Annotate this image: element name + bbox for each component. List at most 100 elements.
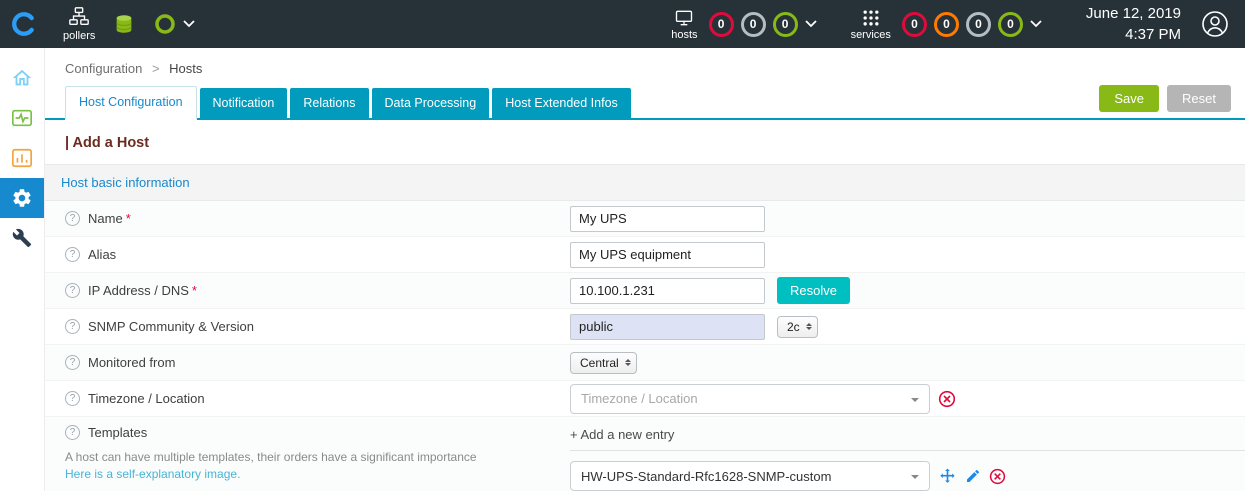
sidebar-item-monitoring[interactable] — [0, 98, 44, 138]
poller-status-icon — [153, 12, 177, 36]
page-title: | Add a Host — [45, 120, 1245, 164]
snmp-community-input[interactable] — [570, 314, 765, 340]
help-icon[interactable]: ? — [65, 319, 80, 334]
clear-x-icon — [938, 390, 956, 408]
pollers-icon — [68, 6, 90, 28]
dropdown-caret-icon — [911, 475, 919, 483]
hosts-status-group: hosts 0 0 0 — [671, 8, 816, 41]
divider — [570, 450, 1245, 451]
templates-helper-text: A host can have multiple templates, thei… — [65, 450, 570, 464]
select-arrows-icon — [806, 320, 812, 333]
form-row-ip: ? IP Address / DNS* Resolve — [45, 273, 1245, 309]
tab-notification[interactable]: Notification — [200, 88, 288, 118]
form-row-name: ? Name* — [45, 201, 1245, 237]
form: ? Name* ? Alias — [45, 201, 1245, 491]
datetime: June 12, 2019 4:37 PM — [1086, 3, 1181, 45]
tab-host-configuration[interactable]: Host Configuration — [65, 86, 197, 120]
breadcrumb: Configuration > Hosts — [45, 48, 1245, 83]
help-icon[interactable]: ? — [65, 283, 80, 298]
alias-input[interactable] — [570, 242, 765, 268]
name-input[interactable] — [570, 206, 765, 232]
centreon-c-icon — [10, 11, 36, 37]
tab-relations[interactable]: Relations — [290, 88, 368, 118]
add-template-entry-link[interactable]: + Add a new entry — [570, 425, 1245, 450]
services-icon — [860, 8, 882, 28]
breadcrumb-hosts[interactable]: Hosts — [169, 61, 202, 76]
pulse-monitor-icon — [11, 107, 33, 129]
services-ok-counter[interactable]: 0 — [998, 12, 1023, 37]
field-label: Name* — [88, 211, 131, 226]
monitored-from-select[interactable]: Central — [570, 352, 637, 374]
services-unknown-counter[interactable]: 0 — [966, 12, 991, 37]
reset-button[interactable]: Reset — [1167, 85, 1231, 112]
template-delete-button[interactable] — [989, 468, 1006, 485]
breadcrumb-configuration[interactable]: Configuration — [65, 61, 142, 76]
chevron-down-icon[interactable] — [805, 20, 817, 28]
snmp-version-select[interactable]: 2c — [777, 316, 818, 338]
template-edit-button[interactable] — [965, 468, 981, 484]
user-icon — [1201, 10, 1229, 38]
template-select[interactable]: HW-UPS-Standard-Rfc1628-SNMP-custom — [570, 461, 930, 491]
poller-status-menu[interactable] — [153, 12, 195, 36]
pencil-icon — [965, 468, 981, 484]
database-icon — [113, 12, 135, 36]
centreon-logo[interactable] — [0, 0, 45, 48]
tab-bar: Host Configuration Notification Relation… — [45, 83, 1245, 120]
select-arrows-icon — [625, 356, 631, 369]
field-label: SNMP Community & Version — [88, 319, 254, 334]
hosts-unreachable-counter[interactable]: 0 — [741, 12, 766, 37]
help-icon[interactable]: ? — [65, 355, 80, 370]
services-critical-counter[interactable]: 0 — [902, 12, 927, 37]
help-icon[interactable]: ? — [65, 211, 80, 226]
main-content: Configuration > Hosts Host Configuration… — [45, 48, 1245, 491]
hosts-icon — [673, 8, 695, 28]
help-icon[interactable]: ? — [65, 391, 80, 406]
tab-data-processing[interactable]: Data Processing — [372, 88, 490, 118]
templates-helper-link[interactable]: Here is a self-explanatory image. — [65, 467, 240, 481]
current-date: June 12, 2019 — [1086, 3, 1181, 24]
database-status[interactable] — [113, 12, 135, 36]
delete-x-icon — [989, 468, 1006, 485]
field-label: Timezone / Location — [88, 391, 205, 406]
services-warning-counter[interactable]: 0 — [934, 12, 959, 37]
sidebar-item-administration[interactable] — [0, 218, 44, 258]
breadcrumb-separator: > — [152, 61, 160, 76]
hosts-menu[interactable]: hosts — [671, 8, 697, 41]
dropdown-caret-icon — [911, 398, 919, 406]
tab-host-extended-infos[interactable]: Host Extended Infos — [492, 88, 631, 118]
ip-input[interactable] — [570, 278, 765, 304]
timezone-select[interactable]: Timezone / Location — [570, 384, 930, 414]
save-button[interactable]: Save — [1099, 85, 1159, 112]
current-time: 4:37 PM — [1086, 24, 1181, 45]
home-icon — [11, 67, 33, 89]
sidebar-item-home[interactable] — [0, 58, 44, 98]
chart-icon — [11, 147, 33, 169]
move-icon — [938, 467, 957, 486]
sidebar-item-reporting[interactable] — [0, 138, 44, 178]
form-row-timezone: ? Timezone / Location Timezone / Locatio… — [45, 381, 1245, 417]
wrench-icon — [12, 228, 32, 248]
timezone-clear-button[interactable] — [938, 390, 956, 408]
resolve-button[interactable]: Resolve — [777, 277, 850, 304]
pollers-label: pollers — [63, 30, 95, 42]
user-menu[interactable] — [1201, 10, 1229, 38]
help-icon[interactable]: ? — [65, 247, 80, 262]
chevron-down-icon[interactable] — [1030, 20, 1042, 28]
field-label: Monitored from — [88, 355, 175, 370]
services-status-group: services 0 0 0 0 — [851, 8, 1042, 41]
hosts-up-counter[interactable]: 0 — [773, 12, 798, 37]
form-row-snmp: ? SNMP Community & Version 2c — [45, 309, 1245, 345]
form-row-monitored-from: ? Monitored from Central — [45, 345, 1245, 381]
help-icon[interactable]: ? — [65, 425, 80, 440]
pollers-menu[interactable]: pollers — [63, 6, 95, 42]
services-menu[interactable]: services — [851, 8, 891, 41]
template-move-handle[interactable] — [938, 467, 957, 486]
field-label: IP Address / DNS* — [88, 283, 197, 298]
field-label: Alias — [88, 247, 116, 262]
topbar: pollers hosts 0 0 0 — [0, 0, 1245, 48]
chevron-down-icon — [183, 20, 195, 28]
sidebar — [0, 48, 45, 491]
sidebar-item-configuration[interactable] — [0, 178, 44, 218]
hosts-down-counter[interactable]: 0 — [709, 12, 734, 37]
gear-icon — [11, 187, 33, 209]
